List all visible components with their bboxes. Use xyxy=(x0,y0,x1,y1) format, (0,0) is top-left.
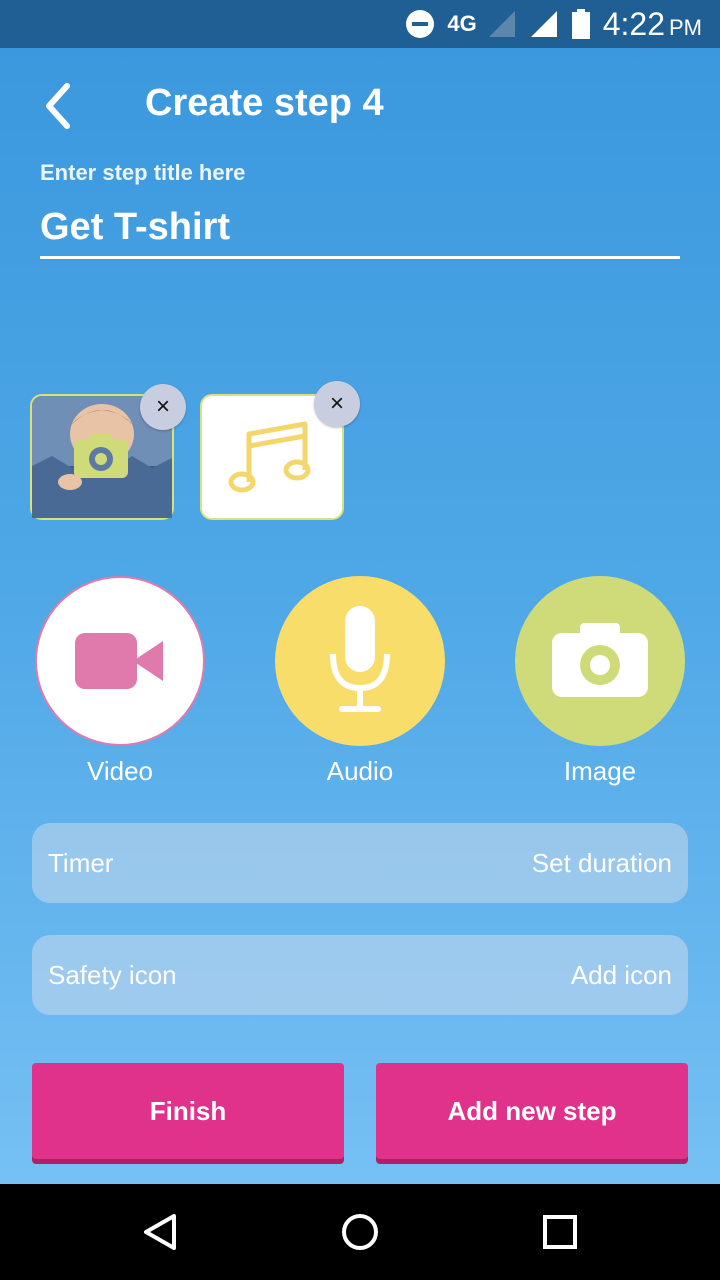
camera-icon xyxy=(552,623,648,697)
system-navigation-bar xyxy=(0,1184,720,1280)
add-new-step-button[interactable]: Add new step xyxy=(376,1063,688,1159)
app-header: Create step 4 xyxy=(0,48,720,158)
image-button[interactable] xyxy=(515,576,685,746)
add-icon-link[interactable]: Add icon xyxy=(571,960,672,991)
square-recents-icon xyxy=(543,1215,577,1249)
step-title-label: Enter step title here xyxy=(40,160,246,185)
music-note-icon xyxy=(228,421,311,493)
nav-back-button[interactable] xyxy=(126,1198,194,1266)
circle-home-icon xyxy=(342,1214,378,1250)
video-camera-icon xyxy=(75,633,163,689)
timer-label: Timer xyxy=(48,847,114,878)
remove-image-attachment-button[interactable]: × xyxy=(140,384,186,430)
audio-label: Audio xyxy=(326,756,394,786)
signal-icon xyxy=(530,11,557,37)
timer-row[interactable]: Timer Set duration xyxy=(32,823,688,903)
do-not-disturb-icon xyxy=(406,10,435,38)
back-button[interactable] xyxy=(32,78,82,134)
video-label: Video xyxy=(86,756,154,786)
signal-weak-icon xyxy=(488,11,515,37)
network-type: 4G xyxy=(447,11,477,36)
nav-home-button[interactable] xyxy=(326,1198,394,1266)
image-label: Image xyxy=(563,756,637,786)
nav-recents-button[interactable] xyxy=(526,1198,594,1266)
triangle-back-icon xyxy=(144,1214,176,1250)
set-duration-link[interactable]: Set duration xyxy=(532,848,672,879)
safety-icon-label: Safety icon xyxy=(48,959,177,990)
remove-audio-attachment-button[interactable]: × xyxy=(314,381,360,427)
battery-icon xyxy=(571,9,590,39)
video-button[interactable] xyxy=(35,576,205,746)
audio-button[interactable] xyxy=(275,576,445,746)
clock: 4:22 PM xyxy=(602,5,702,42)
safety-icon-row[interactable]: Safety icon Add icon xyxy=(32,935,688,1015)
step-title-input[interactable] xyxy=(40,198,680,259)
microphone-icon xyxy=(330,606,390,712)
status-bar: 4G 4:22 PM xyxy=(0,0,720,48)
page-title: Create step 4 xyxy=(145,82,384,124)
chevron-left-icon xyxy=(46,83,70,129)
finish-button[interactable]: Finish xyxy=(32,1063,344,1159)
